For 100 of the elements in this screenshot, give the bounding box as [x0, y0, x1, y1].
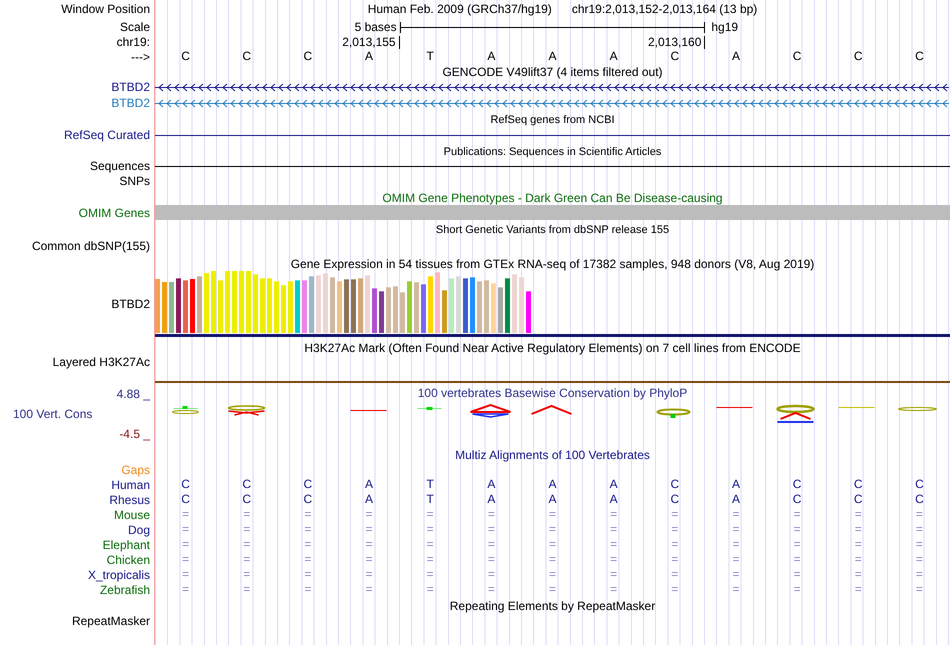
alignment-base: = — [243, 538, 250, 551]
species-label: Chicken — [106, 552, 150, 566]
alignment-base: = — [610, 553, 618, 566]
base-letter: A — [610, 50, 618, 63]
alignment-base: = — [854, 508, 862, 521]
alignment-base: = — [671, 583, 678, 596]
alignment-base: C — [181, 493, 190, 506]
alignment-base: = — [671, 553, 678, 566]
alignment-base: = — [916, 553, 923, 566]
track-title: OMIM Gene Phenotypes - Dark Green Can Be Disease-causing — [382, 191, 723, 205]
track-title: GENCODE V49lift37 (4 items filtered out) — [442, 65, 663, 79]
alignment-base: = — [182, 523, 190, 536]
alignment-base: = — [304, 523, 312, 536]
alignment-base: = — [854, 553, 862, 566]
alignment-base: = — [488, 553, 495, 566]
alignment-base: = — [794, 508, 801, 521]
alignment-base: C — [304, 493, 312, 506]
alignment-base: C — [242, 493, 252, 506]
alignment-base: = — [671, 508, 678, 521]
alignment-base: = — [610, 583, 618, 596]
track-label: BTBD2 — [111, 297, 150, 311]
alignment-base: = — [366, 523, 373, 536]
track-title: Repeating Elements by RepeatMasker — [450, 599, 656, 613]
alignment-base: = — [854, 568, 862, 581]
scale-text: 5 bases — [354, 19, 398, 36]
alignment-base: = — [548, 568, 556, 581]
alignment-base: A — [548, 478, 556, 491]
track-label: Scale — [120, 20, 150, 34]
assembly-text: Human Feb. 2009 (GRCh37/hg19) — [368, 1, 552, 18]
alignment-base: = — [548, 538, 556, 551]
track-label: OMIM Genes — [78, 206, 150, 220]
alignment-base: C — [915, 478, 924, 491]
track-label: Window Position — [61, 2, 150, 16]
alignment-base: = — [916, 523, 923, 536]
alignment-base: = — [732, 553, 740, 566]
alignment-base: = — [794, 553, 801, 566]
database-text: hg19 — [710, 19, 740, 36]
alignment-base: = — [854, 523, 862, 536]
alignment-base: = — [488, 583, 495, 596]
alignment-base: = — [488, 568, 495, 581]
track-title: 100 vertebrates Basewise Conservation by PhyloP — [418, 386, 688, 400]
alignment-base: = — [366, 583, 373, 596]
track-label: Gaps — [121, 462, 150, 476]
alignment-base: = — [366, 538, 373, 551]
base-letter: C — [242, 50, 252, 63]
alignment-base: A — [487, 493, 496, 506]
alignment-base: C — [854, 493, 863, 506]
base-letter: C — [854, 50, 863, 63]
species-label: X_tropicalis — [88, 568, 150, 582]
alignment-base: A — [365, 478, 374, 491]
alignment-base: = — [548, 583, 556, 596]
track-label: Sequences — [90, 159, 150, 173]
alignment-base: C — [242, 478, 252, 491]
alignment-base: = — [671, 538, 678, 551]
alignment-base: T — [426, 478, 434, 491]
coordinate-text: 2,013,155 — [342, 36, 400, 48]
base-letter: C — [181, 50, 190, 63]
alignment-base: = — [182, 553, 190, 566]
alignment-base: = — [426, 583, 434, 596]
gene-label: BTBD2 — [111, 80, 150, 94]
alignment-base: = — [243, 508, 250, 521]
coordinate-text: 2,013,160 — [648, 36, 706, 48]
alignment-base: = — [916, 538, 923, 551]
alignment-base: = — [794, 538, 801, 551]
gene-label: BTBD2 — [111, 96, 150, 110]
alignment-base: = — [548, 523, 556, 536]
species-label: Human — [111, 478, 150, 492]
alignment-base: = — [854, 538, 862, 551]
alignment-base: = — [243, 523, 250, 536]
track-label: chr19: — [116, 35, 150, 49]
alignment-base: A — [732, 493, 740, 506]
alignment-base: = — [916, 568, 923, 581]
alignment-base: = — [610, 508, 618, 521]
alignment-base: = — [732, 568, 740, 581]
alignment-base: = — [426, 568, 434, 581]
axis-max-label: 4.88 _ — [116, 387, 150, 401]
alignment-base: = — [794, 568, 801, 581]
alignment-base: = — [304, 538, 312, 551]
alignment-base: = — [426, 508, 434, 521]
alignment-base: = — [243, 568, 250, 581]
alignment-base: = — [182, 583, 190, 596]
alignment-base: = — [732, 583, 740, 596]
alignment-base: = — [916, 508, 923, 521]
alignment-base: = — [182, 568, 190, 581]
alignment-base: = — [548, 553, 556, 566]
alignment-base: C — [670, 478, 680, 491]
track-label: Common dbSNP(155) — [32, 239, 150, 253]
alignment-base: = — [671, 523, 678, 536]
base-letter: C — [792, 50, 802, 63]
base-letter: C — [304, 50, 312, 63]
position-text: chr19:2,013,152-2,013,164 (13 bp) — [572, 1, 758, 18]
alignment-base: C — [792, 493, 802, 506]
alignment-base: = — [243, 553, 250, 566]
track-label: Layered H3K27Ac — [52, 355, 150, 369]
alignment-base: = — [671, 568, 678, 581]
alignment-base: A — [487, 478, 496, 491]
base-letter: T — [426, 50, 434, 63]
alignment-base: = — [426, 523, 434, 536]
alignment-base: = — [304, 583, 312, 596]
alignment-base: = — [366, 553, 373, 566]
